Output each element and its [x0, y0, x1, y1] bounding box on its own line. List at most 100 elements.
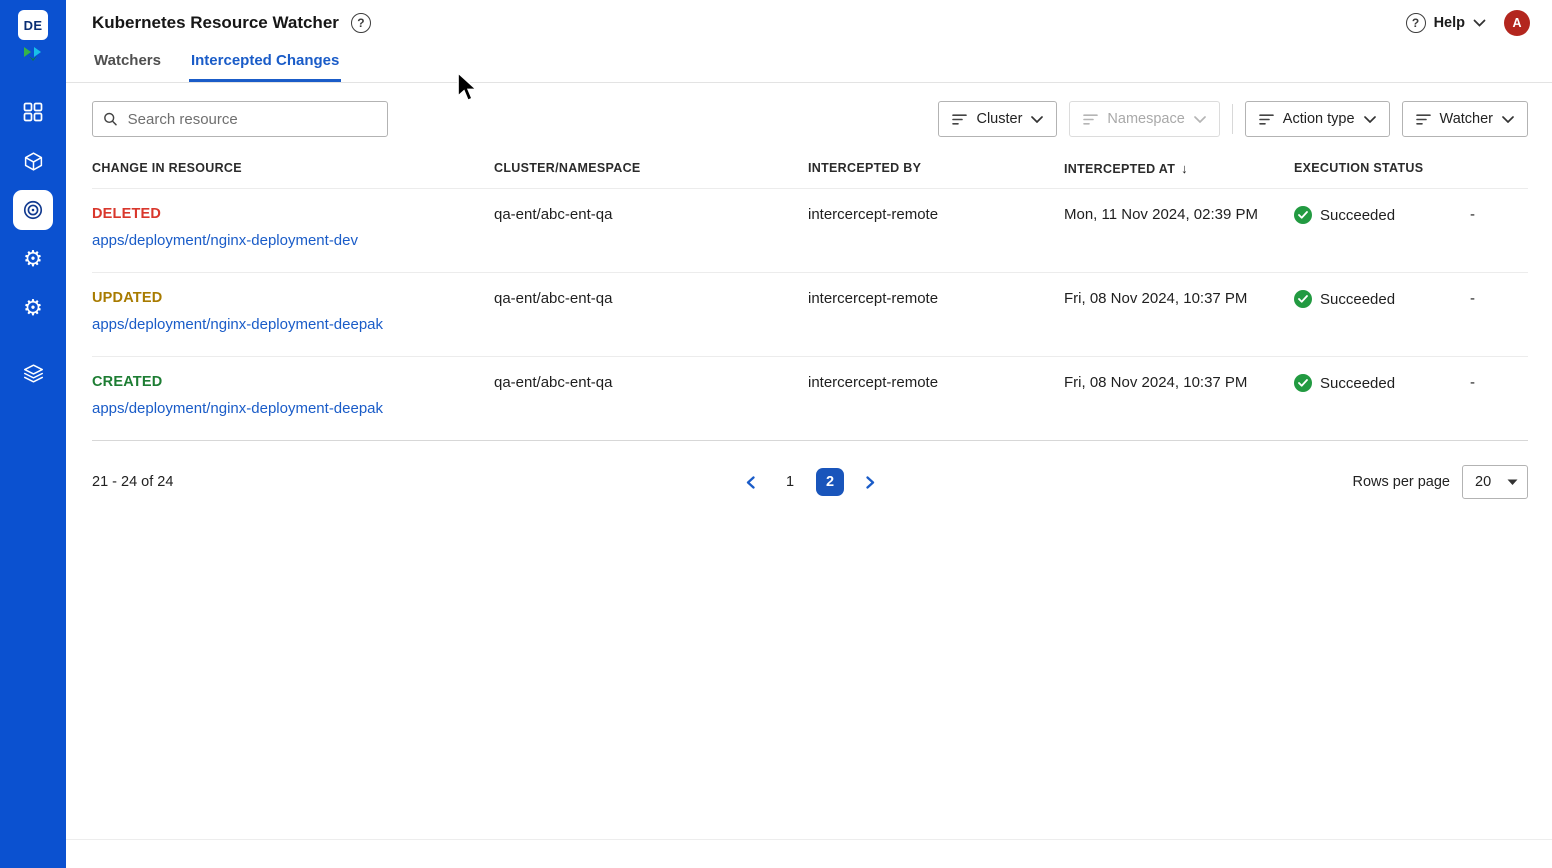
- chevron-down-icon: [1502, 116, 1514, 123]
- cube-icon: [23, 151, 44, 172]
- intercepted-at-cell: Mon, 11 Nov 2024, 02:39 PM: [1064, 206, 1294, 223]
- tab-watchers[interactable]: Watchers: [92, 46, 163, 82]
- status-label: Succeeded: [1320, 207, 1395, 224]
- page-title: Kubernetes Resource Watcher: [92, 13, 339, 33]
- rows-per-page-label: Rows per page: [1352, 474, 1450, 490]
- sidebar-nav: ⚙ ⚙: [13, 92, 53, 393]
- next-page-button[interactable]: [856, 468, 884, 496]
- detail-cell: -: [1470, 374, 1528, 391]
- filter-bar: Cluster Namespace Action type Watcher: [938, 101, 1528, 137]
- top-right-controls: ? Help A: [1406, 10, 1530, 36]
- filter-divider: [1232, 104, 1233, 134]
- sidebar-item-resources[interactable]: [13, 141, 53, 181]
- search-icon: [103, 111, 118, 127]
- resource-link[interactable]: apps/deployment/nginx-deployment-deepak: [92, 400, 383, 417]
- execution-status-cell: Succeeded: [1294, 206, 1470, 224]
- app-logo[interactable]: DE: [18, 0, 48, 62]
- intercepted-at-cell: Fri, 08 Nov 2024, 10:37 PM: [1064, 374, 1294, 391]
- filter-cluster-button[interactable]: Cluster: [938, 101, 1057, 137]
- change-in-resource-cell: DELETED apps/deployment/nginx-deployment…: [92, 206, 494, 249]
- resource-link[interactable]: apps/deployment/nginx-deployment-dev: [92, 232, 358, 249]
- cluster-namespace-cell: qa-ent/abc-ent-qa: [494, 374, 808, 391]
- sidebar-item-administration[interactable]: ⚙: [13, 288, 53, 328]
- avatar[interactable]: A: [1504, 10, 1530, 36]
- search-input[interactable]: [126, 110, 377, 129]
- column-header-cluster-namespace[interactable]: CLUSTER/NAMESPACE: [494, 161, 808, 175]
- action-label: CREATED: [92, 374, 482, 390]
- previous-page-button[interactable]: [736, 468, 764, 496]
- chevron-down-icon: [1194, 116, 1206, 123]
- sidebar-item-stacks[interactable]: [13, 353, 53, 393]
- sidebar-item-apps-grid[interactable]: [13, 92, 53, 132]
- search-box[interactable]: [92, 101, 388, 137]
- table-row: CREATED apps/deployment/nginx-deployment…: [92, 356, 1528, 440]
- filter-icon: [1259, 113, 1274, 126]
- chevron-down-icon[interactable]: [1473, 19, 1486, 27]
- column-header-change-in-resource[interactable]: CHANGE IN RESOURCE: [92, 161, 494, 175]
- toolbar: Cluster Namespace Action type Watcher: [92, 101, 1528, 137]
- status-label: Succeeded: [1320, 375, 1395, 392]
- success-check-icon: [1294, 206, 1312, 224]
- intercepted-by-cell: intercercept-remote: [808, 374, 1064, 391]
- help-icon[interactable]: ?: [1406, 13, 1426, 33]
- tab-bar: Watchers Intercepted Changes: [66, 46, 1552, 83]
- logo-badge: DE: [18, 10, 48, 40]
- table-row: UPDATED apps/deployment/nginx-deployment…: [92, 272, 1528, 356]
- pagination-bar: 21 - 24 of 24 1 2 Rows per page 20: [92, 441, 1528, 499]
- filter-watcher-button[interactable]: Watcher: [1402, 101, 1528, 137]
- chevron-right-icon: [866, 476, 875, 489]
- filter-icon: [952, 113, 967, 126]
- cluster-namespace-cell: qa-ent/abc-ent-qa: [494, 290, 808, 307]
- execution-status-cell: Succeeded: [1294, 374, 1470, 392]
- execution-status-cell: Succeeded: [1294, 290, 1470, 308]
- sidebar-item-settings[interactable]: ⚙: [13, 239, 53, 279]
- chevron-down-icon: [1031, 116, 1043, 123]
- results-range-label: 21 - 24 of 24: [92, 474, 736, 490]
- rows-per-page-select[interactable]: 20: [1462, 465, 1528, 499]
- column-header-execution-status[interactable]: EXECUTION STATUS: [1294, 161, 1470, 175]
- change-in-resource-cell: UPDATED apps/deployment/nginx-deployment…: [92, 290, 494, 333]
- status-label: Succeeded: [1320, 291, 1395, 308]
- success-check-icon: [1294, 290, 1312, 308]
- column-header-intercepted-at[interactable]: INTERCEPTED AT ↓: [1064, 161, 1294, 176]
- footer-divider: [66, 839, 1552, 840]
- select-caret-icon: [1507, 479, 1518, 486]
- resource-link[interactable]: apps/deployment/nginx-deployment-deepak: [92, 316, 383, 333]
- page-button-2[interactable]: 2: [816, 468, 844, 496]
- chevron-down-icon: [1364, 116, 1376, 123]
- tab-intercepted-changes[interactable]: Intercepted Changes: [189, 46, 341, 82]
- change-in-resource-cell: CREATED apps/deployment/nginx-deployment…: [92, 374, 494, 417]
- detail-cell: -: [1470, 206, 1528, 223]
- content: Cluster Namespace Action type Watcher: [66, 83, 1552, 499]
- grid-icon: [23, 102, 43, 122]
- action-label: DELETED: [92, 206, 482, 222]
- intercepted-by-cell: intercercept-remote: [808, 206, 1064, 223]
- title-help-icon[interactable]: ?: [351, 13, 371, 33]
- gear-circle-icon: ⚙: [23, 297, 43, 319]
- watcher-target-icon: [22, 199, 44, 221]
- sidebar-item-resource-watcher[interactable]: [13, 190, 53, 230]
- chevron-left-icon: [746, 476, 755, 489]
- sidebar: DE ⚙ ⚙: [0, 0, 66, 868]
- brand-emblem-icon: [20, 44, 46, 62]
- table-header-row: CHANGE IN RESOURCE CLUSTER/NAMESPACE INT…: [92, 145, 1528, 188]
- column-header-intercepted-by[interactable]: INTERCEPTED BY: [808, 161, 1064, 175]
- filter-icon: [1083, 113, 1098, 126]
- detail-cell: -: [1470, 290, 1528, 307]
- help-label[interactable]: Help: [1434, 15, 1465, 31]
- page-button-1[interactable]: 1: [776, 468, 804, 496]
- filter-action-type-button[interactable]: Action type: [1245, 101, 1390, 137]
- filter-namespace-button[interactable]: Namespace: [1069, 101, 1219, 137]
- main-area: Kubernetes Resource Watcher ? ? Help A W…: [66, 0, 1552, 868]
- cluster-namespace-cell: qa-ent/abc-ent-qa: [494, 206, 808, 223]
- pager: 1 2: [736, 468, 884, 496]
- filter-icon: [1416, 113, 1431, 126]
- rows-per-page: Rows per page 20: [884, 465, 1528, 499]
- success-check-icon: [1294, 374, 1312, 392]
- intercepted-by-cell: intercercept-remote: [808, 290, 1064, 307]
- gear-icon: ⚙: [23, 248, 43, 270]
- intercepted-at-cell: Fri, 08 Nov 2024, 10:37 PM: [1064, 290, 1294, 307]
- layers-icon: [23, 363, 44, 384]
- sort-desc-icon[interactable]: ↓: [1181, 161, 1188, 176]
- top-bar: Kubernetes Resource Watcher ? ? Help A: [66, 0, 1552, 46]
